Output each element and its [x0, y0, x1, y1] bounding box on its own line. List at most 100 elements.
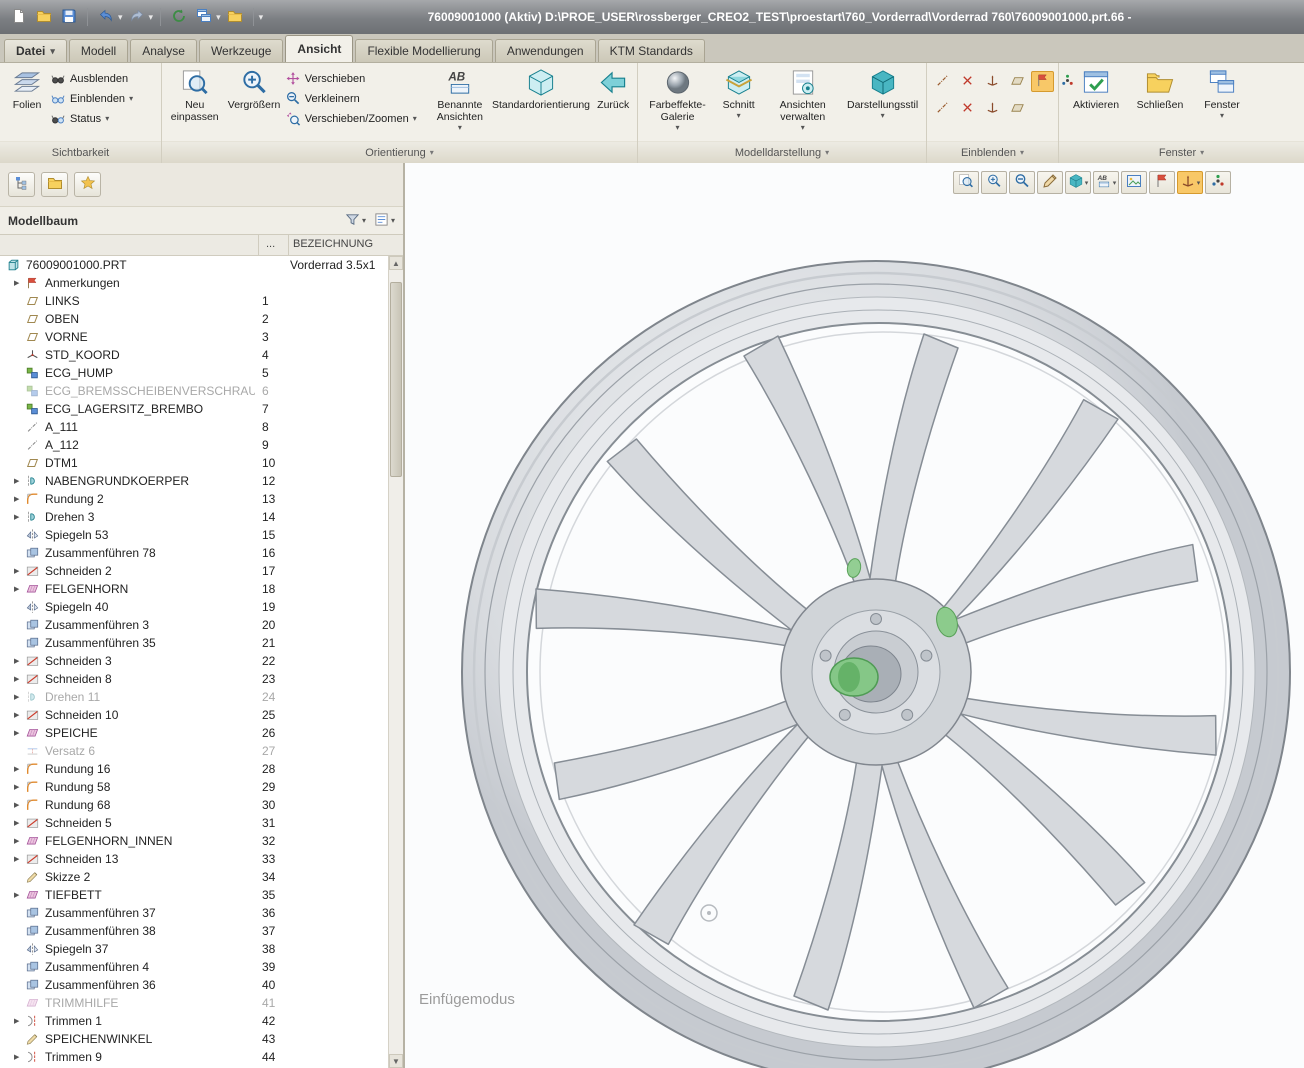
tree-filter-button[interactable]: ▾ — [345, 212, 366, 230]
tree-item[interactable]: Zusammenführen 3736 — [0, 904, 388, 922]
tree-item[interactable]: ▶Drehen 1124 — [0, 688, 388, 706]
expand-icon[interactable]: ▶ — [14, 1017, 25, 1025]
graphics-datum-display-button[interactable]: ▾ — [1177, 171, 1203, 194]
ribbon-group-label-einblenden[interactable]: Einblenden▾ — [927, 141, 1058, 163]
toggle-annotation-display[interactable] — [1031, 71, 1054, 92]
window-menu-button[interactable]: Fenster ▾ — [1191, 65, 1253, 121]
zoom-fit-button[interactable]: Neu einpassen — [166, 65, 223, 124]
graphics-area[interactable]: ▾ AB▾ ▾ — [405, 163, 1304, 1068]
expand-icon[interactable]: ▶ — [14, 711, 25, 719]
named-views-button[interactable]: AB Benannte Ansichten ▾ — [429, 65, 490, 132]
ribbon-group-label-orientierung[interactable]: Orientierung▾ — [162, 141, 637, 163]
toggle-csys-tags[interactable] — [981, 98, 1004, 119]
tree-item[interactable]: Zusammenführen 320 — [0, 616, 388, 634]
view-back-button[interactable]: Zurück — [591, 65, 635, 112]
model-tree-tab[interactable] — [8, 172, 35, 197]
expand-icon[interactable]: ▶ — [14, 513, 25, 521]
column-header-dots[interactable]: ... — [266, 238, 275, 250]
einblenden-button[interactable]: Einblenden▾ — [50, 91, 158, 106]
tree-item[interactable]: OBEN2 — [0, 310, 388, 328]
expand-icon[interactable]: ▶ — [14, 783, 25, 791]
tree-item[interactable]: Spiegeln 5315 — [0, 526, 388, 544]
expand-icon[interactable]: ▶ — [14, 801, 25, 809]
graphics-capture-button[interactable] — [1121, 171, 1147, 194]
tree-settings-button[interactable]: ▾ — [374, 212, 395, 230]
open-button[interactable] — [33, 6, 55, 28]
toggle-point-tags[interactable] — [956, 98, 979, 119]
display-style-button[interactable]: Darstellungsstil ▾ — [841, 65, 924, 121]
scroll-down-button[interactable]: ▼ — [389, 1054, 403, 1068]
expand-icon[interactable]: ▶ — [14, 855, 25, 863]
tree-item[interactable]: Zusammenführen 7816 — [0, 544, 388, 562]
graphics-spin-center-button[interactable] — [1205, 171, 1231, 194]
toggle-plane-display[interactable] — [1006, 71, 1029, 92]
expand-icon[interactable]: ▶ — [14, 567, 25, 575]
windows-dropdown[interactable]: ▾ — [216, 12, 221, 23]
tree-item[interactable]: ▶Rundung 213 — [0, 490, 388, 508]
tree-item[interactable]: TRIMMHILFE41 — [0, 994, 388, 1012]
tree-item[interactable]: ▶Trimmen 142 — [0, 1012, 388, 1030]
toggle-csys-display[interactable] — [981, 71, 1004, 92]
tree-item[interactable]: ▶TIEFBETT35 — [0, 886, 388, 904]
tree-item[interactable]: ▶Schneiden 322 — [0, 652, 388, 670]
expand-icon[interactable]: ▶ — [14, 891, 25, 899]
tree-item[interactable]: ▶Schneiden 823 — [0, 670, 388, 688]
tab-anwendungen[interactable]: Anwendungen — [495, 39, 596, 62]
tab-flexible-modellierung[interactable]: Flexible Modellierung — [355, 39, 492, 62]
tree-item[interactable]: ▶Trimmen 944 — [0, 1048, 388, 1066]
tree-item[interactable]: A_1129 — [0, 436, 388, 454]
expand-icon[interactable]: ▶ — [14, 765, 25, 773]
folder-browser-tab[interactable] — [41, 172, 68, 197]
tree-item[interactable]: VORNE3 — [0, 328, 388, 346]
tree-item[interactable]: ▶Anmerkungen — [0, 274, 388, 292]
zoom-in-button[interactable]: Vergrößern — [223, 65, 284, 112]
scroll-track[interactable] — [389, 270, 403, 1054]
toggle-point-display[interactable] — [956, 71, 979, 92]
expand-icon[interactable]: ▶ — [14, 819, 25, 827]
tab-datei[interactable]: Datei▾ — [4, 39, 67, 62]
tree-item[interactable]: DTM110 — [0, 454, 388, 472]
toggle-axis-tags[interactable] — [931, 98, 954, 119]
tree-item[interactable]: Zusammenführen 3837 — [0, 922, 388, 940]
toggle-plane-tags[interactable] — [1006, 98, 1029, 119]
appearance-gallery-button[interactable]: Farbeffekte-Galerie ▾ — [642, 65, 713, 132]
zoom-out-button[interactable]: Verkleinern — [285, 91, 429, 106]
tree-item[interactable]: Zusammenführen 439 — [0, 958, 388, 976]
graphics-repaint-button[interactable] — [1037, 171, 1063, 194]
tree-item[interactable]: LINKS1 — [0, 292, 388, 310]
expand-icon[interactable]: ▶ — [14, 729, 25, 737]
tree-item[interactable]: Versatz 627 — [0, 742, 388, 760]
tree-item[interactable]: ▶Drehen 314 — [0, 508, 388, 526]
standard-orientation-button[interactable]: Standardorientierung — [491, 65, 592, 112]
tree-item[interactable]: Skizze 234 — [0, 868, 388, 886]
tree-item[interactable]: ▶SPEICHE26 — [0, 724, 388, 742]
tree-item[interactable]: SPEICHENWINKEL43 — [0, 1030, 388, 1048]
expand-icon[interactable]: ▶ — [14, 657, 25, 665]
tree-item[interactable]: Zusammenführen 3521 — [0, 634, 388, 652]
tree-item[interactable]: ▶Schneiden 1025 — [0, 706, 388, 724]
expand-icon[interactable]: ▶ — [14, 837, 25, 845]
tree-item[interactable]: ▶Rundung 1628 — [0, 760, 388, 778]
undo-dropdown[interactable]: ▾ — [118, 12, 123, 23]
toggle-axis-display[interactable] — [931, 71, 954, 92]
tab-werkzeuge[interactable]: Werkzeuge — [199, 39, 283, 62]
status-button[interactable]: Status▾ — [50, 111, 158, 126]
tree-item[interactable]: ▶Schneiden 1333 — [0, 850, 388, 868]
tree-item[interactable]: ▶FELGENHORN_INNEN32 — [0, 832, 388, 850]
new-file-button[interactable] — [8, 6, 30, 28]
expand-icon[interactable]: ▶ — [14, 585, 25, 593]
tree-item[interactable]: Zusammenführen 3640 — [0, 976, 388, 994]
manage-views-button[interactable]: Ansichten verwalten ▾ — [764, 65, 841, 132]
tree-root-item[interactable]: 76009001000.PRT Vorderrad 3.5x1 — [0, 256, 388, 274]
wheel-model[interactable] — [405, 163, 1304, 1068]
graphics-annotation-display-button[interactable] — [1149, 171, 1175, 194]
tab-ktm-standards[interactable]: KTM Standards — [598, 39, 705, 62]
tree-item[interactable]: ▶Schneiden 217 — [0, 562, 388, 580]
expand-icon[interactable]: ▶ — [14, 1053, 25, 1061]
pan-zoom-button[interactable]: Verschieben/Zoomen▾ — [285, 111, 429, 126]
close-window-button[interactable] — [224, 6, 246, 28]
expand-icon[interactable]: ▶ — [14, 477, 25, 485]
tree-item[interactable]: ▶FELGENHORN18 — [0, 580, 388, 598]
tab-modell[interactable]: Modell — [69, 39, 128, 62]
graphics-zoom-fit-button[interactable] — [953, 171, 979, 194]
